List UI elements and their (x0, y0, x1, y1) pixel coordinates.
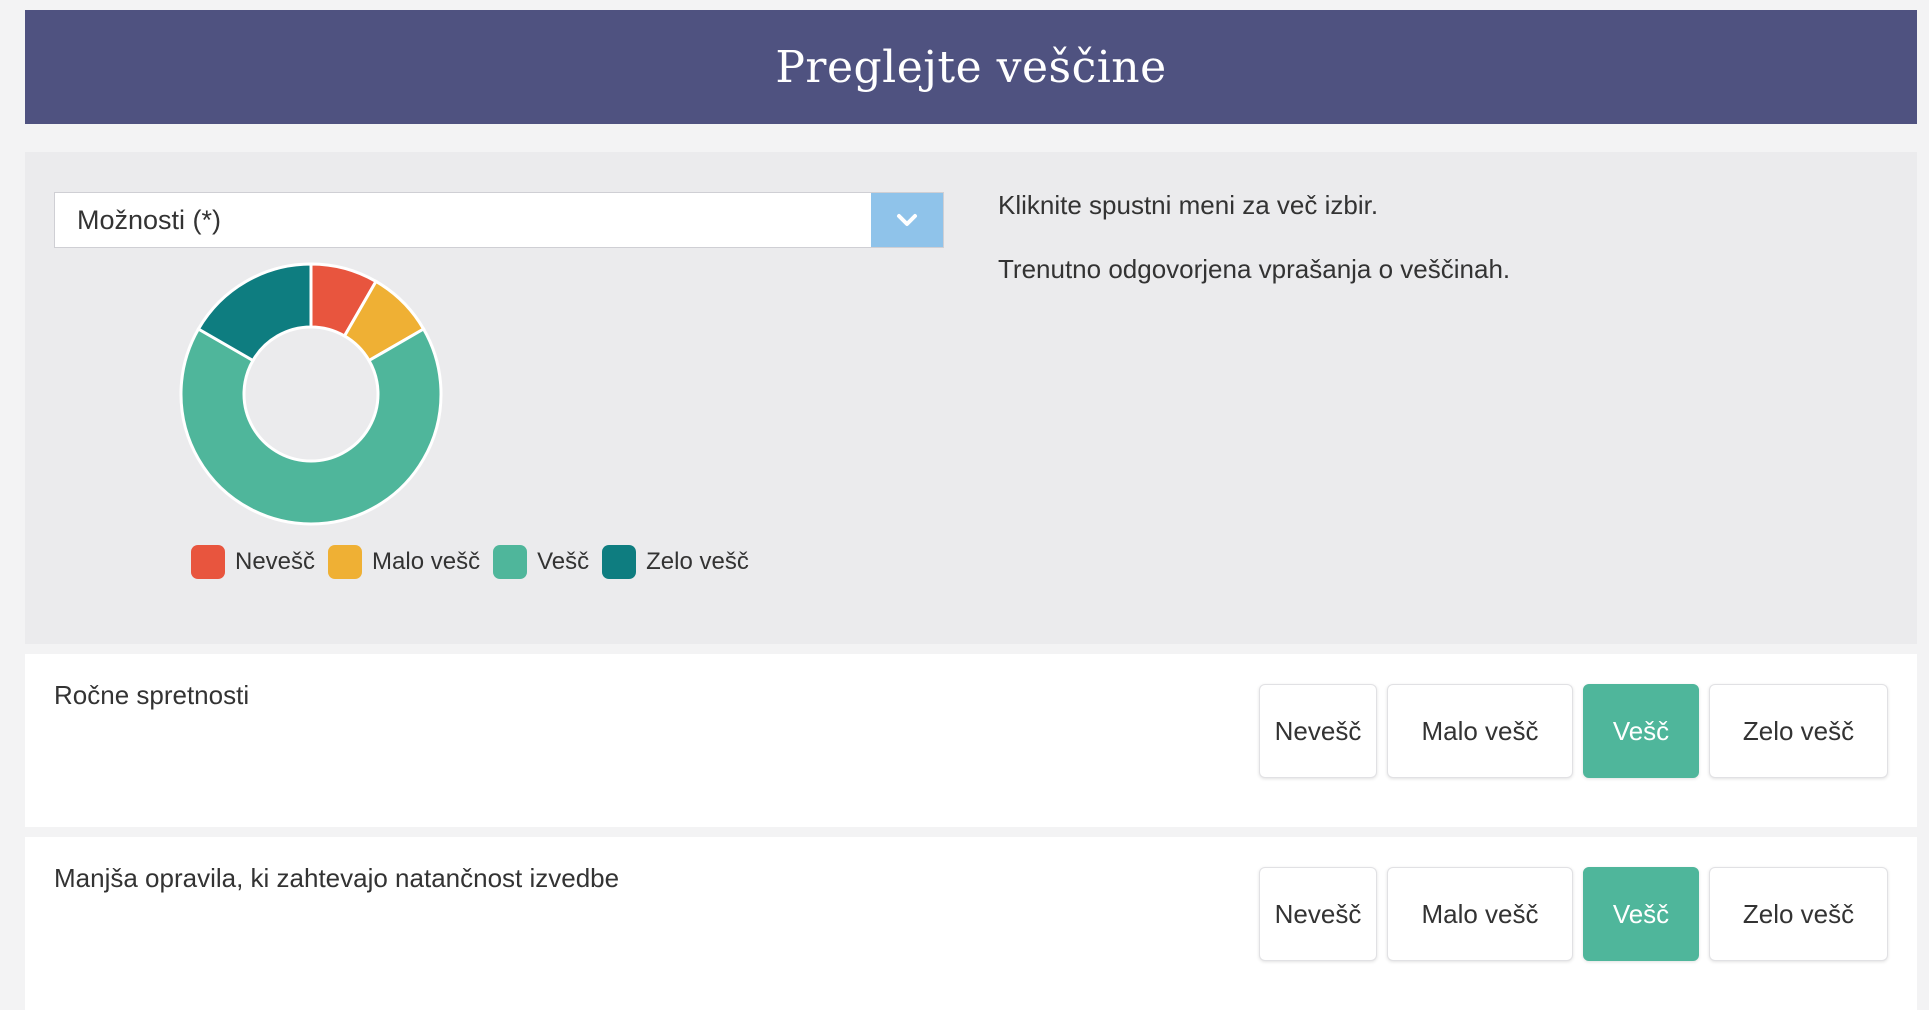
rating-options: Nevešč Malo vešč Vešč Zelo vešč (1249, 684, 1888, 778)
legend-item: Malo vešč (328, 545, 480, 579)
legend-swatch (191, 545, 225, 579)
page: Preglejte veščine Možnosti (*) Kliknite … (25, 10, 1917, 1010)
legend-label: Vešč (537, 548, 590, 575)
legend-item: Nevešč (191, 545, 315, 579)
legend-item: Vešč (493, 545, 589, 579)
legend-label: Zelo vešč (646, 548, 749, 575)
legend-swatch (328, 545, 363, 579)
answered-questions-text: Trenutno odgovorjena vprašanja o veščina… (998, 254, 1511, 284)
option-zelo-vesc-button[interactable]: Zelo vešč (1709, 867, 1888, 961)
option-malo-vesc-button[interactable]: Malo vešč (1387, 684, 1573, 778)
dropdown-hint-text: Kliknite spustni meni za več izbir. (998, 190, 1379, 220)
question-label: Manjša opravila, ki zahtevajo natančnost… (54, 863, 620, 893)
option-nevesc-button[interactable]: Nevešč (1259, 684, 1377, 778)
legend-item: Zelo vešč (602, 545, 749, 579)
skills-donut-chart (179, 262, 443, 526)
option-vesc-button[interactable]: Vešč (1583, 867, 1699, 961)
chevron-down-icon (897, 214, 917, 226)
donut-slice (179, 326, 443, 526)
question-row: Ročne spretnosti Nevešč Malo vešč Vešč Z… (25, 654, 1917, 827)
legend-label: Malo vešč (372, 548, 481, 575)
legend-label: Nevešč (235, 548, 316, 575)
skills-summary-panel: Možnosti (*) Kliknite spustni meni za ve… (25, 152, 1917, 644)
option-malo-vesc-button[interactable]: Malo vešč (1387, 867, 1573, 961)
question-row: Manjša opravila, ki zahtevajo natančnost… (25, 837, 1917, 1010)
options-dropdown-value: Možnosti (*) (77, 205, 222, 235)
chart-legend: Nevešč Malo vešč Vešč Zelo vešč (191, 545, 762, 579)
page-title: Preglejte veščine (775, 41, 1167, 93)
legend-swatch (602, 545, 637, 579)
rating-options: Nevešč Malo vešč Vešč Zelo vešč (1249, 867, 1888, 961)
option-zelo-vesc-button[interactable]: Zelo vešč (1709, 684, 1888, 778)
legend-swatch (493, 545, 528, 579)
page-header: Preglejte veščine (25, 10, 1917, 124)
donut-chart-svg (179, 262, 443, 526)
dropdown-toggle-button[interactable] (871, 193, 943, 247)
option-nevesc-button[interactable]: Nevešč (1259, 867, 1377, 961)
options-dropdown[interactable]: Možnosti (*) (54, 192, 944, 248)
question-label: Ročne spretnosti (54, 680, 250, 710)
option-vesc-button[interactable]: Vešč (1583, 684, 1699, 778)
